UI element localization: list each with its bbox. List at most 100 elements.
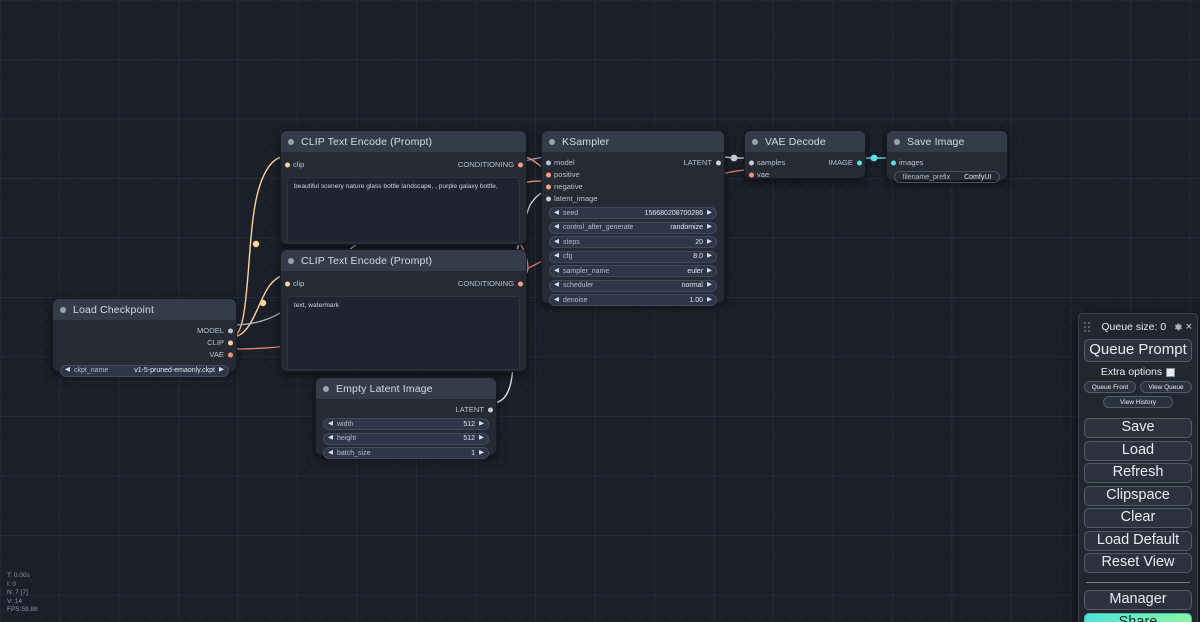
widget-height[interactable]: ◀ height 512 ▶ — [323, 432, 489, 445]
increment-arrow-icon[interactable]: ▶ — [707, 238, 712, 246]
increment-arrow-icon[interactable]: ▶ — [479, 449, 484, 457]
node-title-bar[interactable]: KSampler — [542, 131, 724, 152]
output-slot-clip-dot[interactable] — [227, 340, 233, 346]
node-title-bar[interactable]: CLIP Text Encode (Prompt) — [281, 131, 526, 152]
collapse-dot-icon[interactable] — [288, 138, 294, 145]
next-arrow-icon[interactable]: ▶ — [219, 367, 224, 374]
decrement-arrow-icon[interactable]: ◀ — [554, 238, 559, 246]
collapse-dot-icon[interactable] — [752, 138, 758, 145]
node-title-bar[interactable]: Load Checkpoint — [53, 299, 236, 320]
increment-arrow-icon[interactable]: ▶ — [479, 435, 484, 442]
input-slot-samples-dot[interactable] — [748, 160, 754, 166]
node-title-bar[interactable]: Save Image — [887, 131, 1007, 152]
widget-value: 20 — [695, 238, 703, 246]
reset-view-button[interactable]: Reset View — [1084, 553, 1192, 573]
prompt-textarea-negative[interactable]: text, watermark — [287, 296, 520, 370]
node-title-bar[interactable]: CLIP Text Encode (Prompt) — [281, 250, 526, 271]
input-slot-positive-dot[interactable] — [545, 172, 551, 178]
load-default-button[interactable]: Load Default — [1084, 530, 1192, 551]
clear-button[interactable]: Clear — [1084, 508, 1192, 528]
node-save-image[interactable]: Save Image images filename_prefix ComfyU… — [886, 130, 1008, 183]
widget-seed[interactable]: ◀ seed 156680208700286 ▶ — [549, 207, 717, 219]
gear-icon[interactable] — [1173, 322, 1183, 332]
node-title-text: CLIP Text Encode (Prompt) — [301, 135, 433, 148]
output-slot-model-dot[interactable] — [227, 328, 233, 334]
decrement-arrow-icon[interactable]: ◀ — [328, 435, 333, 442]
decrement-arrow-icon[interactable]: ◀ — [554, 282, 559, 289]
input-slot-clip-dot[interactable] — [284, 162, 290, 167]
decrement-arrow-icon[interactable]: ◀ — [328, 449, 333, 457]
widget-control-after-generate[interactable]: ◀ control_after_generate randomize ▶ — [549, 221, 717, 234]
node-empty-latent-image[interactable]: Empty Latent Image LATENT ◀ width 512 ▶ … — [315, 377, 497, 459]
decrement-arrow-icon[interactable]: ◀ — [554, 224, 559, 231]
extra-options-row[interactable]: Extra options — [1084, 366, 1192, 378]
queue-actions-row: Queue Front View Queue — [1084, 381, 1192, 393]
widget-sampler-name[interactable]: ◀ sampler_name euler ▶ — [549, 265, 717, 277]
view-queue-button[interactable]: View Queue — [1140, 381, 1192, 393]
node-ksampler[interactable]: KSampler model LATENT positive negative … — [541, 130, 725, 306]
widget-filename-prefix[interactable]: filename_prefix ComfyUI — [894, 171, 1000, 183]
output-slot-conditioning-dot[interactable] — [517, 162, 523, 167]
collapse-dot-icon[interactable] — [323, 385, 329, 392]
queue-prompt-button[interactable]: Queue Prompt — [1084, 339, 1192, 362]
close-icon[interactable]: × — [1186, 321, 1192, 333]
output-slot-latent-dot[interactable] — [715, 160, 721, 166]
node-clip-text-encode-negative[interactable]: CLIP Text Encode (Prompt) clip CONDITION… — [280, 249, 527, 372]
input-slot-negative-dot[interactable] — [545, 184, 551, 190]
widget-ckpt-name[interactable]: ◀ ckpt_name v1-5-pruned-emaonly.ckpt ▶ — [60, 364, 229, 377]
save-button[interactable]: Save — [1084, 418, 1192, 438]
node-vae-decode[interactable]: VAE Decode samples IMAGE vae — [744, 130, 866, 179]
drag-handle-icon[interactable] — [1084, 322, 1091, 333]
collapse-dot-icon[interactable] — [894, 138, 900, 145]
widget-width[interactable]: ◀ width 512 ▶ — [323, 418, 489, 430]
widget-batch-size[interactable]: ◀ batch_size 1 ▶ — [323, 447, 489, 459]
increment-arrow-icon[interactable]: ▶ — [707, 296, 712, 304]
decrement-arrow-icon[interactable]: ◀ — [328, 420, 333, 428]
output-slot-vae-dot[interactable] — [227, 352, 233, 358]
decrement-arrow-icon[interactable]: ◀ — [554, 267, 559, 275]
queue-front-button[interactable]: Queue Front — [1084, 381, 1136, 393]
widget-denoise[interactable]: ◀ denoise 1.00 ▶ — [549, 294, 717, 306]
increment-arrow-icon[interactable]: ▶ — [707, 282, 712, 289]
increment-arrow-icon[interactable]: ▶ — [479, 420, 484, 428]
output-slot-latent-dot[interactable] — [487, 407, 493, 413]
manager-button[interactable]: Manager — [1084, 589, 1192, 610]
node-body: clip CONDITIONING beautiful scenery natu… — [281, 152, 526, 250]
extra-options-checkbox[interactable] — [1166, 367, 1176, 377]
decrement-arrow-icon[interactable]: ◀ — [554, 253, 559, 260]
node-load-checkpoint[interactable]: Load Checkpoint MODEL CLIP VAE ◀ ckpt_na… — [52, 298, 237, 377]
node-title-bar[interactable]: Empty Latent Image — [316, 378, 496, 399]
refresh-button[interactable]: Refresh — [1084, 463, 1192, 483]
input-slot-images-dot[interactable] — [890, 160, 896, 166]
output-slot-conditioning-dot[interactable] — [517, 281, 523, 286]
collapse-dot-icon[interactable] — [288, 257, 294, 264]
graph-canvas[interactable]: CLIP Text Encode (Prompt) clip CONDITION… — [0, 0, 1200, 622]
collapse-dot-icon[interactable] — [60, 306, 66, 313]
increment-arrow-icon[interactable]: ▶ — [707, 253, 712, 260]
load-button[interactable]: Load — [1084, 440, 1192, 461]
input-slot-vae-dot[interactable] — [748, 172, 754, 178]
previous-arrow-icon[interactable]: ◀ — [65, 367, 70, 374]
queue-menu-panel[interactable]: Queue size: 0 × Queue Prompt Extra optio… — [1078, 313, 1198, 622]
input-slot-clip-dot[interactable] — [284, 281, 290, 286]
increment-arrow-icon[interactable]: ▶ — [707, 267, 712, 275]
widget-cfg[interactable]: ◀ cfg 8.0 ▶ — [549, 250, 717, 263]
increment-arrow-icon[interactable]: ▶ — [707, 209, 712, 217]
input-slot-model-dot[interactable] — [545, 160, 551, 166]
widget-steps[interactable]: ◀ steps 20 ▶ — [549, 236, 717, 248]
menu-header[interactable]: Queue size: 0 × — [1084, 319, 1192, 335]
widget-scheduler[interactable]: ◀ scheduler normal ▶ — [549, 279, 717, 292]
collapse-dot-icon[interactable] — [549, 138, 555, 145]
decrement-arrow-icon[interactable]: ◀ — [554, 296, 559, 304]
share-button[interactable]: Share — [1084, 612, 1192, 622]
node-title-bar[interactable]: VAE Decode — [745, 131, 865, 152]
prompt-textarea-positive[interactable]: beautiful scenery nature glass bottle la… — [287, 177, 520, 243]
view-history-button[interactable]: View History — [1103, 396, 1173, 408]
input-slot-latent-image-dot[interactable] — [545, 196, 551, 202]
clipspace-button[interactable]: Clipspace — [1084, 485, 1192, 506]
decrement-arrow-icon[interactable]: ◀ — [554, 209, 559, 217]
output-slot-image-dot[interactable] — [856, 160, 862, 166]
increment-arrow-icon[interactable]: ▶ — [707, 224, 712, 231]
node-slot-row: clip CONDITIONING — [281, 157, 526, 172]
node-clip-text-encode-positive[interactable]: CLIP Text Encode (Prompt) clip CONDITION… — [280, 130, 527, 245]
